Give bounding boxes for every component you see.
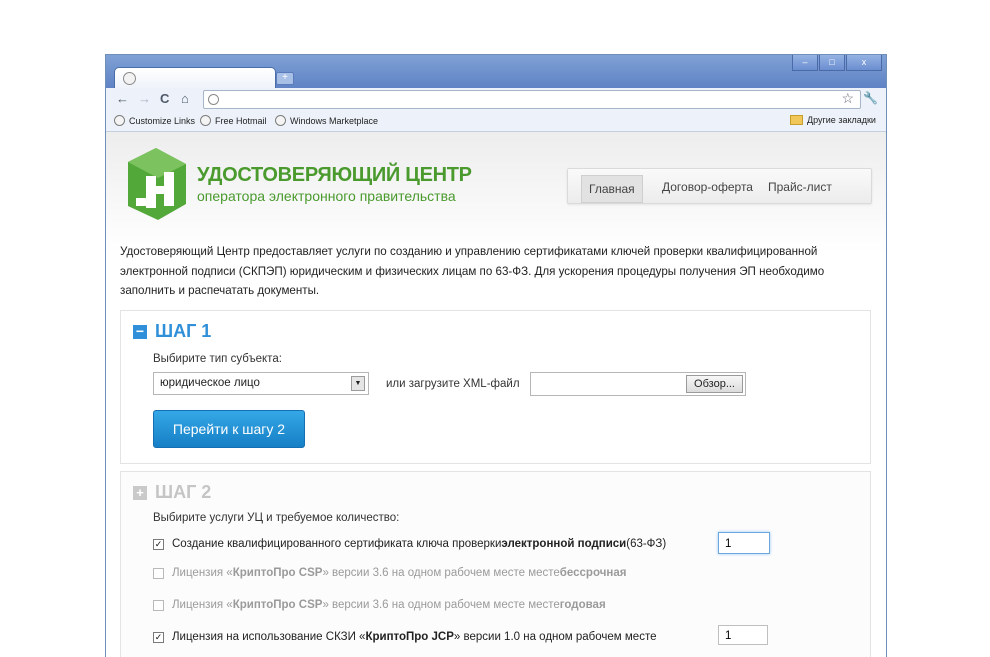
minimize-button[interactable]: – [792,55,818,71]
reload-icon[interactable]: C [160,91,169,107]
globe-icon [114,115,125,126]
window-controls: – □ x [791,55,882,71]
service-checkbox[interactable]: ✓ [153,538,164,550]
subject-select[interactable]: юридическое лицо ▼ [153,372,369,395]
title-bar: + – □ x [106,55,886,89]
maximize-button[interactable]: □ [819,55,845,71]
globe-icon [275,115,286,126]
browser-window: + – □ x ← → C ⌂ ☆ 🔧 Customize Links Free… [105,54,887,657]
intro-text: Удостоверяющий Центр предоставляет услуг… [120,245,825,297]
menu-item-price[interactable]: Прайс-лист [768,180,832,194]
menu-item-offer[interactable]: Договор-оферта [662,180,753,194]
service-checkbox[interactable] [153,567,164,579]
service-row: ✓ Лицензия на использование СКЗИ «Крипто… [153,631,657,643]
subject-label: Выбирите тип субъекта: [153,353,282,365]
chevron-down-icon[interactable]: ▼ [351,376,365,391]
menu-item-home[interactable]: Главная [581,175,643,203]
go-to-step2-button[interactable]: Перейти к шагу 2 [153,410,305,448]
folder-icon [790,115,803,125]
collapse-icon[interactable]: − [133,324,147,339]
service-row: ✓ Создание квалифицированного сертификат… [153,538,667,550]
services-label: Выбирите услуги УЦ и требуемое количеств… [153,512,400,524]
browser-tab[interactable] [114,67,276,89]
star-icon[interactable]: ☆ [841,90,854,107]
step2-panel: + ШАГ 2 Выбирите услуги УЦ и требуемое к… [120,471,871,657]
step1-panel: − ШАГ 1 Выбирите тип субъекта: юридическ… [120,310,871,464]
service-checkbox[interactable] [153,599,164,611]
bookmark-windows-marketplace[interactable]: Windows Marketplace [275,115,378,126]
address-bar[interactable]: ☆ [203,90,861,109]
xml-file-input[interactable]: Обзор... [530,372,746,396]
subject-value: юридическое лицо [160,377,260,389]
step2-title: ШАГ 2 [155,482,212,502]
logo-subtitle: оператора электронного правительства [197,188,456,204]
service-checkbox[interactable]: ✓ [153,631,164,643]
quantity-input[interactable]: 1 [718,625,768,645]
expand-icon[interactable]: + [133,485,147,500]
forward-icon[interactable]: → [138,91,151,107]
other-bookmarks[interactable]: Другие закладки [790,115,876,125]
wrench-icon[interactable]: 🔧 [863,91,878,105]
quantity-input[interactable]: 1 [718,532,770,554]
step1-header[interactable]: − ШАГ 1 [133,321,211,342]
globe-icon [200,115,211,126]
globe-icon [208,94,219,105]
main-menu: Главная Договор-оферта Прайс-лист [567,168,872,204]
logo-icon [128,148,186,220]
logo-title: УДОСТОВЕРЯЮЩИЙ ЦЕНТР [197,164,472,186]
home-icon[interactable]: ⌂ [181,91,189,107]
xml-label: или загрузите XML-файл [386,378,520,390]
bookmark-customize-links[interactable]: Customize Links [114,115,195,126]
new-tab-button[interactable]: + [276,72,294,85]
globe-icon [123,72,136,85]
step1-title: ШАГ 1 [155,321,212,341]
browser-toolbar: ← → C ⌂ ☆ 🔧 [106,88,886,111]
close-button[interactable]: x [846,55,882,71]
browse-button[interactable]: Обзор... [686,375,743,393]
step2-header[interactable]: + ШАГ 2 [133,482,211,503]
service-row: Лицензия «КриптоПро CSP» версии 3.6 на о… [153,567,626,579]
bookmarks-bar: Customize Links Free Hotmail Windows Mar… [106,111,886,132]
page-content: УДОСТОВЕРЯЮЩИЙ ЦЕНТР оператора электронн… [106,132,886,657]
service-row: Лицензия «КриптоПро CSP» версии 3.6 на о… [153,599,606,611]
bookmark-free-hotmail[interactable]: Free Hotmail [200,115,267,126]
back-icon[interactable]: ← [116,91,129,107]
